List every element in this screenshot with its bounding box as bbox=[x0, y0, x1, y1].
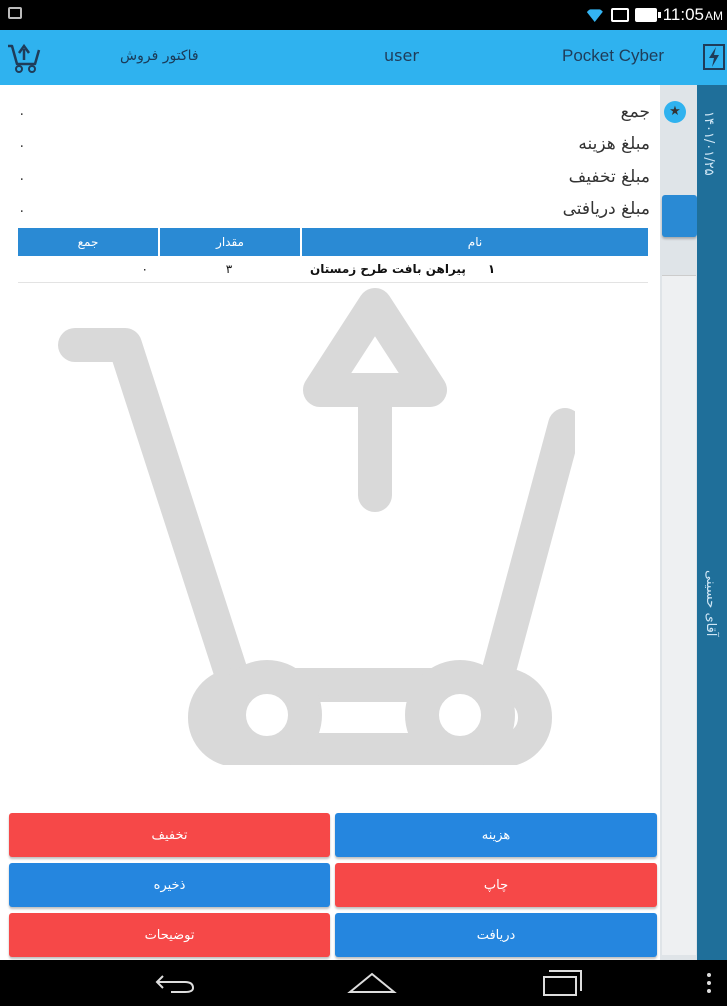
header-qty: مقدار bbox=[158, 228, 300, 256]
summary-value: ۰ bbox=[18, 171, 26, 187]
discount-button[interactable]: تخفیف bbox=[9, 813, 330, 857]
wifi-icon bbox=[584, 9, 605, 22]
save-button[interactable]: ذخیره bbox=[9, 863, 330, 907]
table-row[interactable]: ۰ ۳ ۱ پیراهن بافت طرح زمستان bbox=[18, 256, 648, 283]
side-label: آقای حسینی bbox=[703, 570, 718, 637]
cart-upload-icon[interactable] bbox=[6, 40, 42, 74]
home-icon[interactable] bbox=[346, 970, 398, 996]
side-strip: ۱۴۰۱/۰۱/۲۵ آقای حسینی bbox=[697, 85, 727, 960]
summary-discount: مبلغ تخفیف ۰ bbox=[0, 165, 660, 193]
flash-icon[interactable] bbox=[703, 44, 725, 70]
navigation-bar bbox=[0, 960, 727, 1006]
expense-button[interactable]: هزینه bbox=[335, 813, 657, 857]
battery-icon bbox=[634, 8, 661, 22]
star-icon: ★ bbox=[664, 101, 686, 123]
receive-button[interactable]: دریافت bbox=[335, 913, 657, 957]
cart-watermark-icon bbox=[58, 288, 575, 765]
sim-icon bbox=[610, 8, 629, 22]
background-page: ★ bbox=[660, 85, 697, 960]
app-bar-title-invoice: فاکتور فروش bbox=[120, 48, 199, 64]
invoice-dialog: جمع ۰ مبلغ هزینه ۰ مبلغ تخفیف ۰ مبلغ دری… bbox=[0, 85, 660, 960]
items-table: جمع مقدار نام ۰ ۳ ۱ پیراهن بافت طرح زمست… bbox=[18, 228, 648, 283]
summary-value: ۰ bbox=[18, 203, 26, 219]
summary-total: جمع ۰ bbox=[0, 100, 660, 128]
back-icon[interactable] bbox=[155, 972, 195, 994]
summary-label: مبلغ تخفیف bbox=[568, 167, 650, 187]
cell-qty: ۳ bbox=[225, 262, 233, 276]
cell-name: ۱ پیراهن بافت طرح زمستان bbox=[300, 256, 648, 282]
gallery-icon bbox=[8, 7, 22, 19]
summary-label: مبلغ دریافتی bbox=[562, 199, 650, 219]
summary-value: ۰ bbox=[18, 106, 26, 122]
cell-product-name: پیراهن بافت طرح زمستان bbox=[310, 262, 466, 276]
app-bar: فاکتور فروش user Pocket Cyber bbox=[0, 30, 727, 85]
app-bar-user: user bbox=[384, 46, 419, 65]
side-date: ۱۴۰۱/۰۱/۲۵ bbox=[701, 111, 716, 176]
summary-label: مبلغ هزینه bbox=[578, 134, 650, 154]
status-icons: 11:05AM bbox=[584, 5, 723, 25]
background-button bbox=[662, 195, 697, 237]
summary-label: جمع bbox=[620, 102, 650, 122]
background-panel bbox=[662, 275, 696, 955]
cell-sum: ۰ bbox=[141, 262, 148, 276]
app-bar-brand: Pocket Cyber bbox=[562, 46, 665, 65]
recent-apps-icon[interactable] bbox=[541, 969, 585, 997]
summary-expense: مبلغ هزینه ۰ bbox=[0, 132, 660, 160]
header-name: نام bbox=[300, 228, 648, 256]
summary-value: ۰ bbox=[18, 138, 26, 154]
print-button[interactable]: چاپ bbox=[335, 863, 657, 907]
notes-button[interactable]: توضیحات bbox=[9, 913, 330, 957]
menu-icon[interactable] bbox=[706, 972, 712, 994]
summary-received: مبلغ دریافتی ۰ bbox=[0, 197, 660, 225]
status-bar: 11:05AM bbox=[0, 0, 727, 30]
header-sum: جمع bbox=[77, 235, 99, 249]
clock: 11:05AM bbox=[662, 5, 723, 24]
table-header: جمع مقدار نام bbox=[18, 228, 648, 256]
cell-row-number: ۱ bbox=[487, 262, 496, 276]
